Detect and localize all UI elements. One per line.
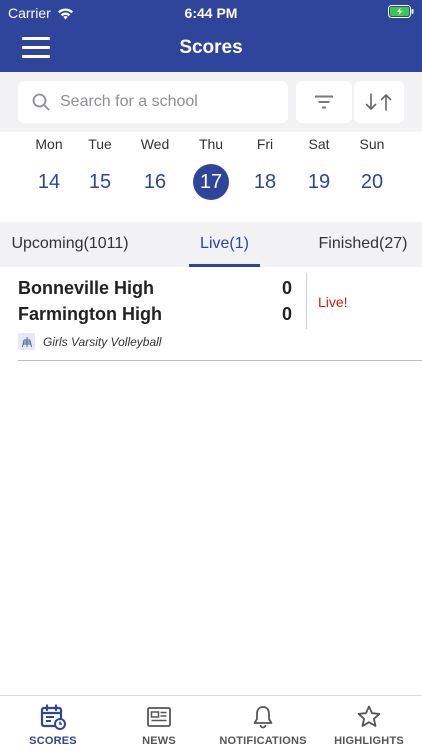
day-date-selected: 17 xyxy=(193,164,229,200)
home-team-score: 0 xyxy=(282,278,293,298)
day-date: 15 xyxy=(88,171,112,193)
search-box[interactable] xyxy=(18,81,288,123)
week-calendar: Mon 14 Tue 15 Wed 16 Thu 17 Fri 18 Sat 1… xyxy=(0,132,422,222)
tab-live[interactable]: Live(1) xyxy=(189,222,260,267)
filter-icon xyxy=(315,95,333,109)
bottom-tab-news[interactable]: NEWS xyxy=(106,696,212,750)
day-name: Tue xyxy=(88,136,112,152)
search-row xyxy=(0,72,422,132)
day-wed[interactable]: Wed 16 xyxy=(129,132,181,200)
search-icon xyxy=(32,93,50,111)
day-date: 20 xyxy=(360,171,384,193)
filter-button[interactable] xyxy=(296,81,352,123)
day-tue[interactable]: Tue 15 xyxy=(74,132,126,200)
day-fri[interactable]: Fri 18 xyxy=(239,132,291,200)
scores-calendar-icon xyxy=(40,704,66,730)
away-team-name: Farmington High xyxy=(18,304,162,324)
bottom-tab-scores[interactable]: SCORES xyxy=(0,696,106,750)
bottom-tab-label: HIGHLIGHTS xyxy=(334,735,404,747)
score-divider xyxy=(306,273,307,329)
away-team-score: 0 xyxy=(282,304,293,324)
bell-icon xyxy=(253,706,273,729)
newspaper-icon xyxy=(147,707,171,727)
scores-screen: Carrier 6:44 PM Scores Search for a scho… xyxy=(0,0,422,750)
volleyball-icon xyxy=(18,333,35,350)
tab-upcoming[interactable]: Upcoming(1011) xyxy=(0,222,140,267)
day-name: Sat xyxy=(308,136,330,152)
day-date: 16 xyxy=(143,171,167,193)
day-sat[interactable]: Sat 19 xyxy=(293,132,345,200)
day-name: Fri xyxy=(256,136,274,152)
search-input[interactable] xyxy=(60,93,260,111)
app-header: Carrier 6:44 PM Scores xyxy=(0,0,422,72)
bottom-tab-highlights[interactable]: HIGHLIGHTS xyxy=(316,696,422,750)
bottom-tab-bar: SCORES NEWS NOTIFICATIONS HIGHLIGHTS xyxy=(0,695,422,750)
status-bar: Carrier 6:44 PM xyxy=(0,0,422,24)
day-mon[interactable]: Mon 14 xyxy=(23,132,75,200)
day-date: 18 xyxy=(253,171,277,193)
tab-finished[interactable]: Finished(27) xyxy=(304,222,422,267)
status-time: 6:44 PM xyxy=(184,5,238,21)
game-card[interactable]: Bonneville High 0 Farmington High 0 Live… xyxy=(18,267,422,361)
bottom-tab-notifications[interactable]: NOTIFICATIONS xyxy=(210,696,316,750)
sport-name: Girls Varsity Volleyball xyxy=(43,334,162,349)
day-name: Sun xyxy=(359,136,385,152)
day-name: Thu xyxy=(198,136,224,152)
bottom-tab-label: NEWS xyxy=(142,735,176,747)
battery-charging-icon xyxy=(388,5,414,18)
sport-info: Girls Varsity Volleyball xyxy=(18,333,161,350)
day-thu[interactable]: Thu 17 xyxy=(185,132,237,200)
day-sun[interactable]: Sun 20 xyxy=(346,132,398,200)
page-title: Scores xyxy=(179,37,243,58)
day-name: Mon xyxy=(35,136,63,152)
day-date: 14 xyxy=(37,171,61,193)
live-status-label: Live! xyxy=(318,294,348,310)
game-status-tabs: Upcoming(1011) Live(1) Finished(27) xyxy=(0,222,422,267)
sort-button[interactable] xyxy=(354,81,404,123)
bottom-tab-label: SCORES xyxy=(29,735,77,747)
nav-bar: Scores xyxy=(0,24,422,72)
day-name: Wed xyxy=(140,136,170,152)
sort-arrows-icon xyxy=(365,93,392,111)
day-date: 19 xyxy=(307,171,331,193)
bottom-tab-label: NOTIFICATIONS xyxy=(219,735,307,747)
star-icon xyxy=(357,705,381,727)
home-team-name: Bonneville High xyxy=(18,278,155,298)
game-separator xyxy=(18,360,422,361)
